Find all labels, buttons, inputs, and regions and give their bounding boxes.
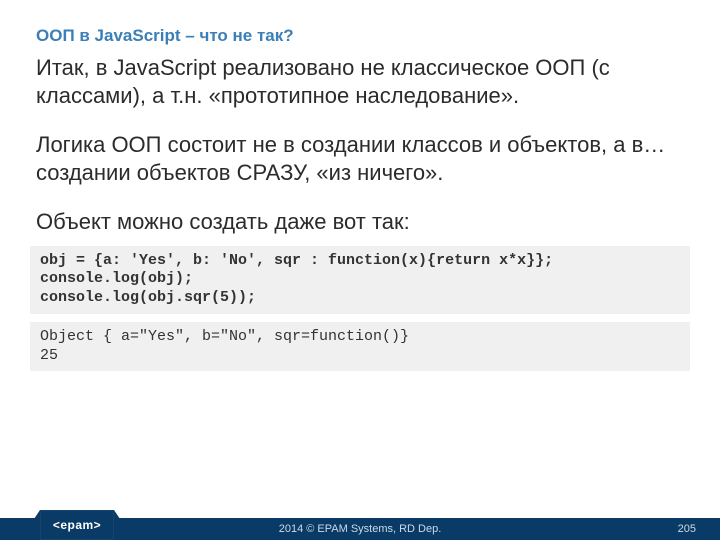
slide-body: Итак, в JavaScript реализовано не класси… bbox=[0, 54, 720, 236]
slide-title: ООП в JavaScript – что не так? bbox=[0, 0, 720, 54]
paragraph-1: Итак, в JavaScript реализовано не класси… bbox=[36, 54, 684, 109]
output-block: Object { a="Yes", b="No", sqr=function()… bbox=[30, 322, 690, 372]
footer-bar: <epam> 2014 © EPAM Systems, RD Dep. 205 bbox=[0, 518, 720, 540]
epam-logo-text: <epam> bbox=[53, 518, 101, 532]
paragraph-2: Логика ООП состоит не в создании классов… bbox=[36, 131, 684, 186]
code-block: obj = {a: 'Yes', b: 'No', sqr : function… bbox=[30, 246, 690, 314]
page-number: 205 bbox=[678, 523, 696, 535]
copyright-text: 2014 © EPAM Systems, RD Dep. bbox=[279, 523, 442, 535]
epam-logo: <epam> bbox=[40, 510, 114, 540]
paragraph-3: Объект можно создать даже вот так: bbox=[36, 208, 684, 236]
slide: ООП в JavaScript – что не так? Итак, в J… bbox=[0, 0, 720, 540]
